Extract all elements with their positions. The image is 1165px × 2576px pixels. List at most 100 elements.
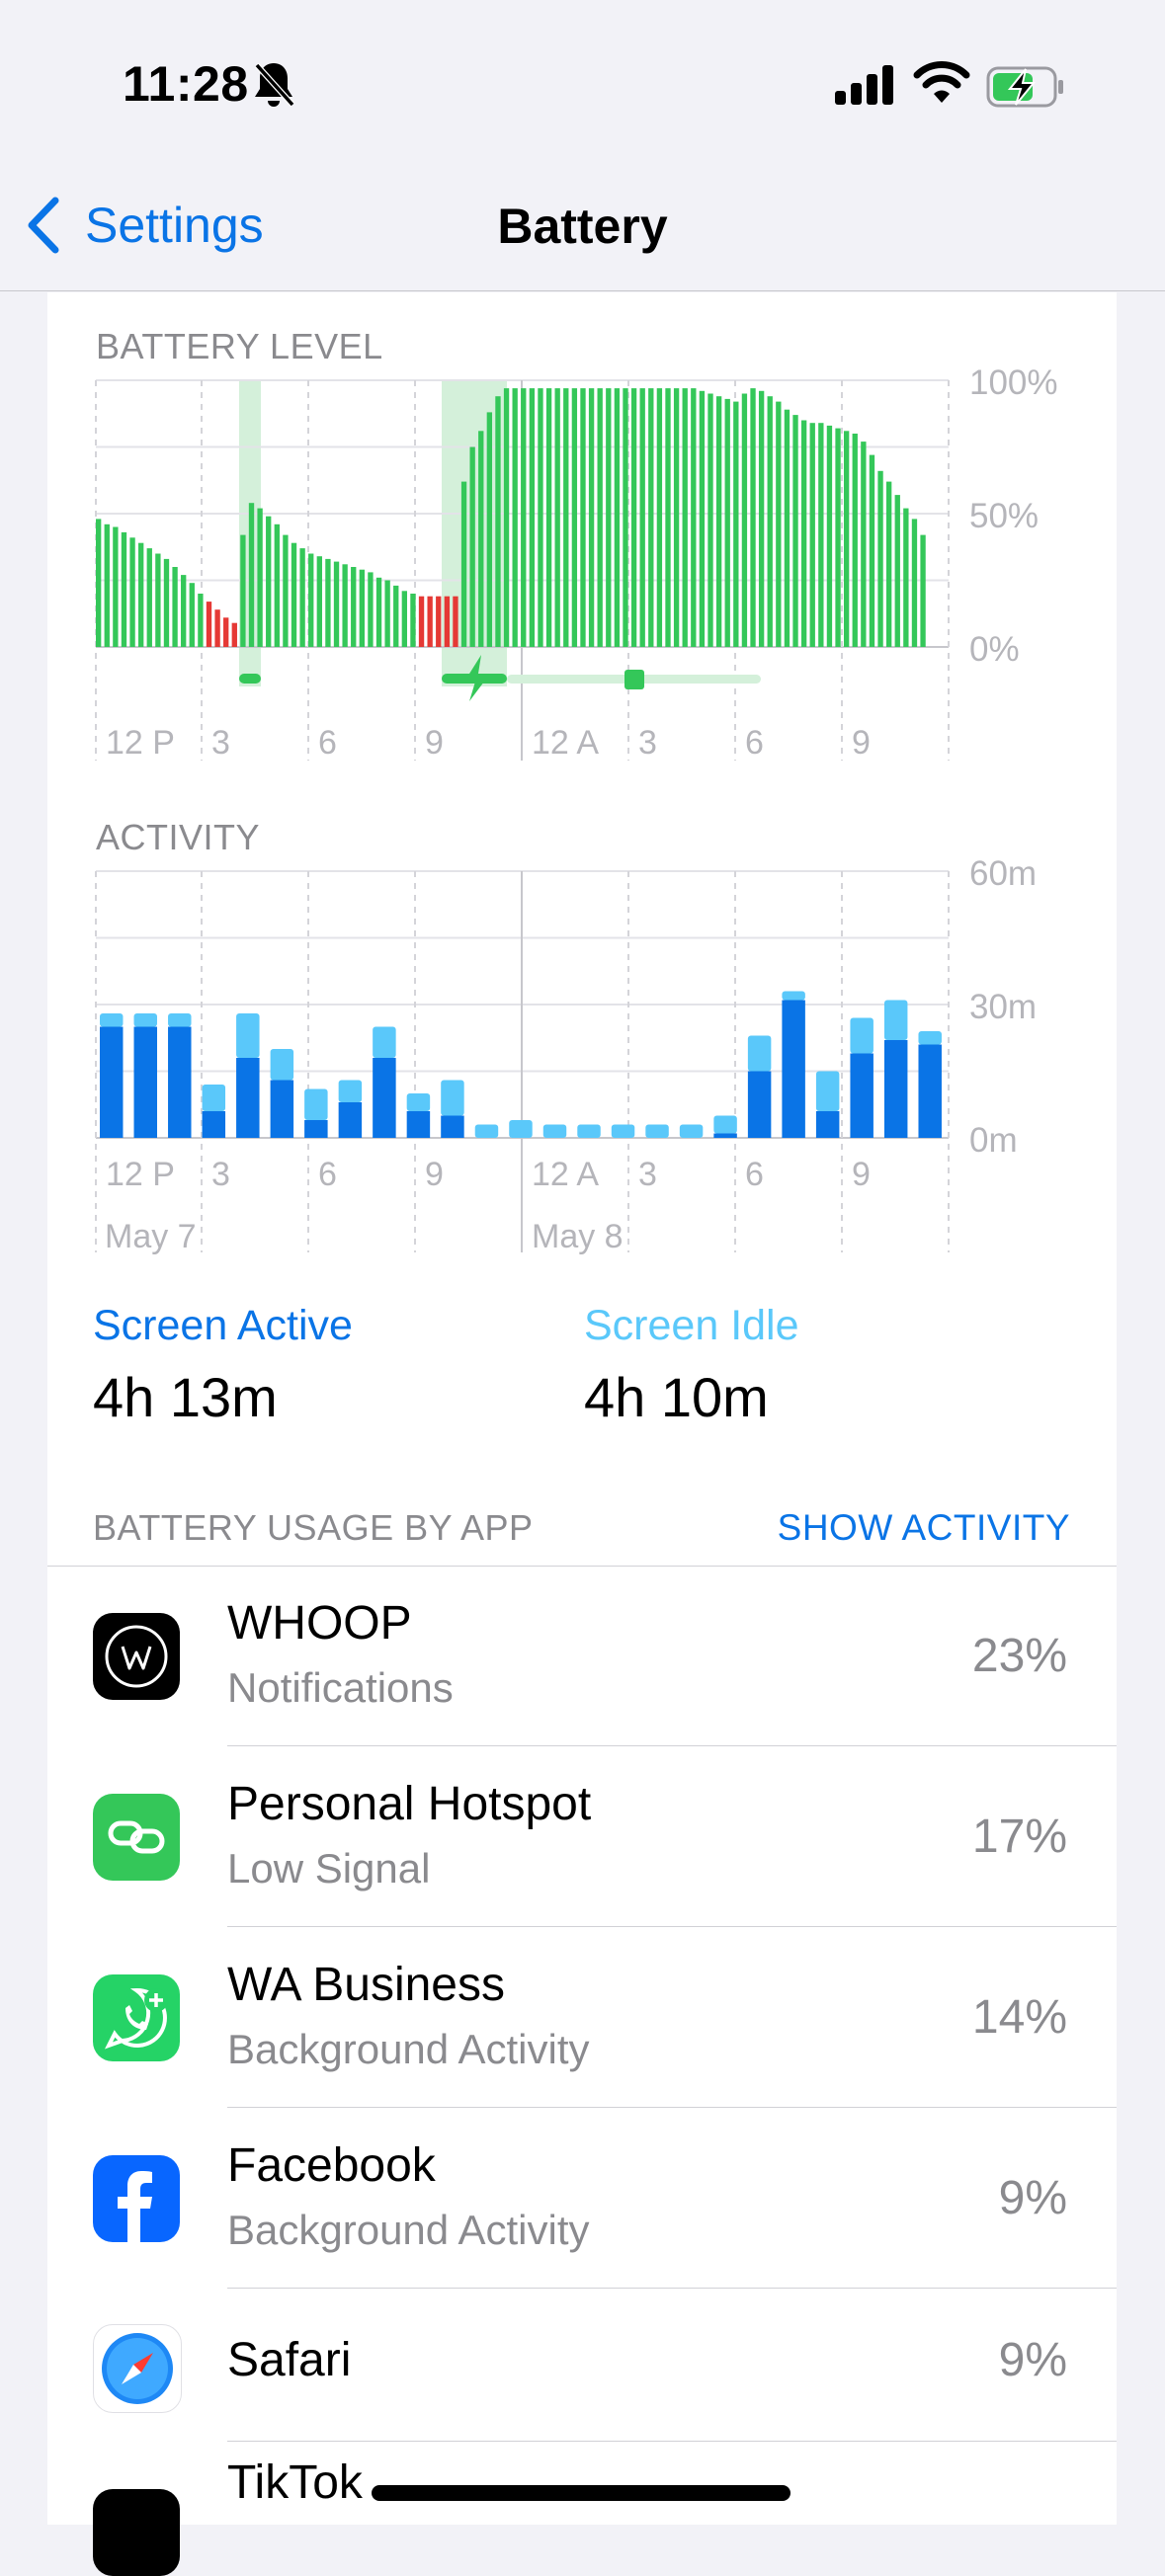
app-percent: 23% bbox=[971, 1630, 1067, 1682]
battery-x-tick: 6 bbox=[318, 724, 337, 762]
battery-bar bbox=[436, 596, 442, 647]
app-row-tiktok[interactable]: TikTok bbox=[47, 2442, 1117, 2576]
battery-bar bbox=[861, 442, 867, 647]
activity-bar-idle bbox=[202, 1085, 226, 1111]
activity-y-tick-0: 0m bbox=[969, 1121, 1018, 1160]
app-row-wa-business[interactable]: WA Business Background Activity 14% bbox=[47, 1928, 1117, 2108]
battery-bar bbox=[121, 531, 127, 647]
battery-bar bbox=[138, 542, 144, 647]
battery-bar bbox=[826, 425, 833, 647]
app-name: WHOOP bbox=[227, 1597, 412, 1650]
app-row-personal-hotspot[interactable]: Personal Hotspot Low Signal 17% bbox=[47, 1747, 1117, 1927]
activity-x-tick: 12 P bbox=[106, 1156, 175, 1193]
battery-bar bbox=[96, 519, 102, 647]
activity-bar-active bbox=[883, 1040, 908, 1138]
activity-bar-idle bbox=[441, 1080, 464, 1116]
app-name: Personal Hotspot bbox=[227, 1778, 592, 1830]
activity-bar-idle bbox=[815, 1071, 840, 1111]
activity-bar-active bbox=[373, 1058, 396, 1138]
battery-bar bbox=[198, 594, 204, 647]
battery-bar bbox=[248, 503, 255, 647]
battery-bar bbox=[375, 577, 382, 647]
battery-x-tick: 9 bbox=[425, 724, 444, 762]
whatsapp-business-icon bbox=[93, 1974, 180, 2061]
battery-bar bbox=[113, 526, 119, 647]
battery-bar bbox=[606, 388, 612, 647]
battery-bar bbox=[214, 609, 220, 647]
activity-bar-idle bbox=[611, 1124, 635, 1138]
battery-bar bbox=[368, 572, 374, 647]
activity-bar-idle bbox=[918, 1031, 942, 1045]
app-subtitle: Notifications bbox=[227, 1664, 454, 1711]
activity-bar-active bbox=[747, 1071, 772, 1138]
battery-bar bbox=[460, 481, 467, 647]
safari-icon bbox=[93, 2324, 182, 2413]
activity-bar-idle bbox=[100, 1013, 124, 1027]
battery-bar bbox=[444, 596, 451, 647]
activity-bar-active bbox=[304, 1120, 328, 1138]
battery-bar bbox=[639, 388, 645, 647]
app-percent: 9% bbox=[998, 2172, 1067, 2224]
activity-bar-idle bbox=[645, 1124, 669, 1138]
activity-bar-active bbox=[918, 1044, 942, 1138]
app-row-whoop[interactable]: WHOOP Notifications 23% bbox=[47, 1567, 1117, 1746]
battery-y-tick-0: 0% bbox=[969, 630, 1020, 669]
battery-bar bbox=[758, 390, 765, 647]
battery-bar bbox=[665, 388, 671, 647]
battery-bar bbox=[673, 388, 680, 647]
activity-bar-idle bbox=[338, 1080, 363, 1102]
activity-bar-idle bbox=[577, 1124, 601, 1138]
battery-usage-header: BATTERY USAGE BY APP bbox=[93, 1507, 534, 1548]
battery-bar bbox=[597, 388, 603, 647]
battery-bar bbox=[503, 388, 510, 647]
battery-bar bbox=[843, 431, 850, 647]
activity-bar-idle bbox=[270, 1049, 294, 1081]
battery-bar bbox=[818, 423, 824, 647]
activity-bar-active bbox=[202, 1111, 226, 1138]
home-indicator[interactable] bbox=[372, 2485, 791, 2501]
battery-bar bbox=[308, 553, 314, 647]
battery-bar bbox=[427, 596, 433, 647]
battery-bar bbox=[630, 388, 637, 647]
battery-bar bbox=[614, 388, 621, 647]
battery-bar bbox=[206, 602, 212, 647]
date-label-may-7: May 7 bbox=[105, 1218, 197, 1255]
battery-bar bbox=[784, 409, 791, 647]
battery-bar bbox=[869, 454, 875, 647]
activity-bar-active bbox=[168, 1026, 192, 1138]
app-percent: 14% bbox=[971, 1991, 1067, 2044]
battery-x-tick: 3 bbox=[638, 724, 657, 762]
battery-bar bbox=[852, 434, 858, 647]
row-divider bbox=[227, 1745, 1117, 1746]
battery-bar bbox=[478, 431, 484, 647]
app-name: TikTok bbox=[227, 2456, 363, 2509]
activity-x-tick: 9 bbox=[425, 1156, 444, 1193]
activity-bar-active bbox=[100, 1026, 124, 1138]
battery-bar bbox=[274, 523, 280, 647]
activity-bar-active bbox=[850, 1053, 874, 1138]
charging-marker bbox=[624, 670, 644, 689]
row-divider bbox=[227, 2107, 1117, 2108]
show-activity-button[interactable]: SHOW ACTIVITY bbox=[778, 1507, 1070, 1549]
app-subtitle: Background Activity bbox=[227, 2026, 590, 2072]
activity-bar-idle bbox=[679, 1124, 704, 1138]
battery-bar bbox=[172, 567, 178, 647]
activity-x-tick: 9 bbox=[852, 1156, 871, 1193]
activity-x-tick: 6 bbox=[318, 1156, 337, 1193]
battery-bar bbox=[283, 534, 289, 647]
activity-bar-idle bbox=[133, 1013, 157, 1027]
app-name: WA Business bbox=[227, 1959, 505, 2011]
battery-bar bbox=[741, 393, 748, 647]
battery-bar bbox=[495, 396, 501, 647]
activity-bar-active bbox=[236, 1058, 260, 1138]
battery-bar bbox=[453, 596, 458, 647]
charging-marker bbox=[239, 674, 261, 684]
app-row-facebook[interactable]: Facebook Background Activity 9% bbox=[47, 2109, 1117, 2289]
battery-bar bbox=[257, 508, 263, 647]
activity-bar-idle bbox=[373, 1026, 396, 1058]
battery-bar bbox=[792, 415, 798, 647]
battery-bar bbox=[231, 622, 237, 647]
app-subtitle: Background Activity bbox=[227, 2207, 590, 2253]
battery-bar bbox=[291, 542, 297, 647]
battery-bar bbox=[648, 388, 654, 647]
